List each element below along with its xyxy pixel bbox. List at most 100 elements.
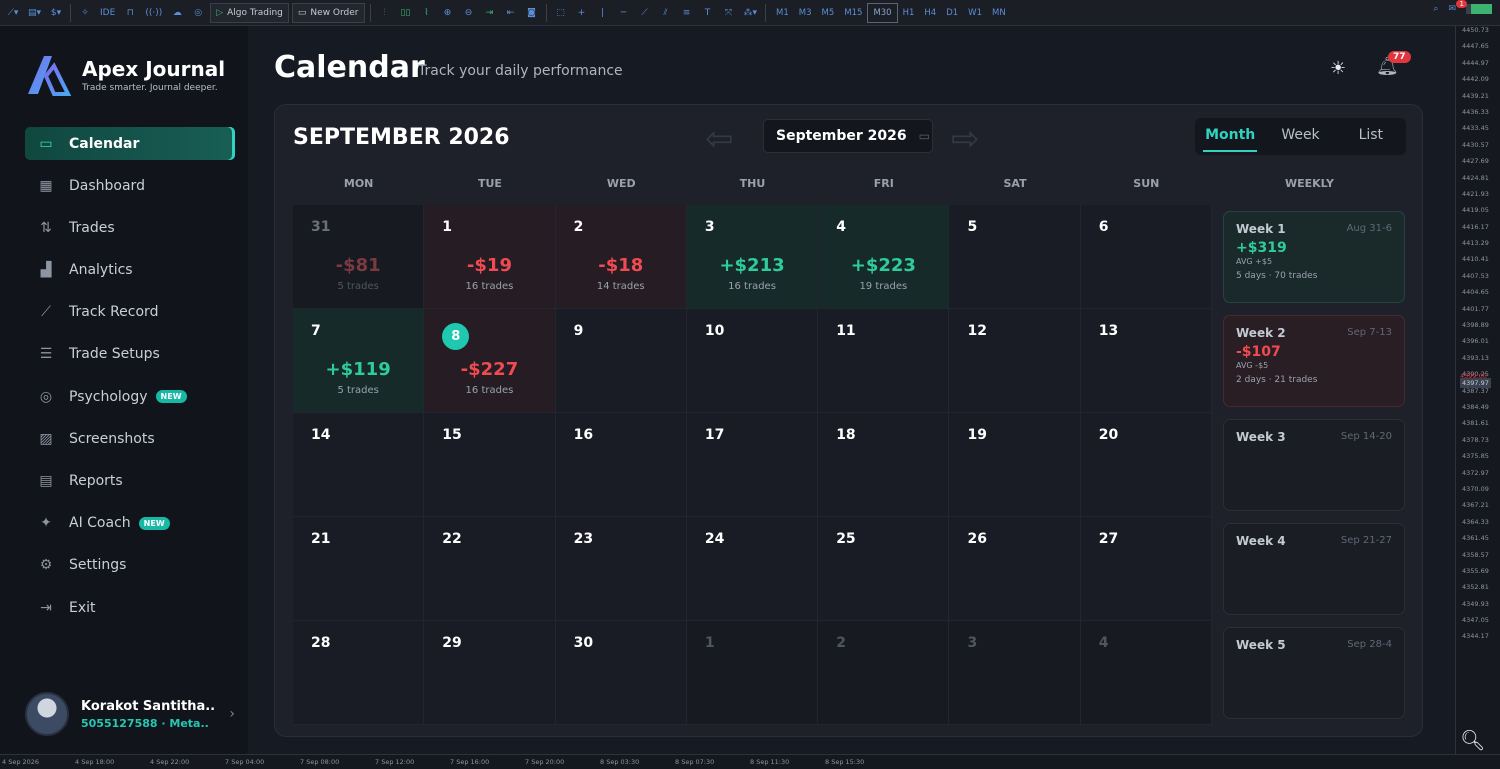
next-month-arrow-icon[interactable]: ⇨ <box>951 119 980 159</box>
sidebar-item-psychology[interactable]: ◎ Psychology NEW <box>25 380 235 413</box>
calendar-day[interactable]: 22 <box>424 517 556 621</box>
channel-icon[interactable]: ⫽ <box>657 3 675 23</box>
tab-month[interactable]: Month <box>1195 118 1265 155</box>
theme-toggle-icon[interactable]: ☀ <box>1330 58 1346 79</box>
screenshot-icon[interactable]: ◙ <box>523 3 541 23</box>
week-summary-card[interactable]: Week 3 Sep 14-20 <box>1223 419 1405 511</box>
sidebar-item-screenshots[interactable]: ▨ Screenshots <box>25 422 235 455</box>
cursor-icon[interactable]: ⬚ <box>552 3 570 23</box>
sidebar-item-trade-setups[interactable]: ☰ Trade Setups <box>25 338 235 371</box>
algo-trading-button[interactable]: ▷ Algo Trading <box>210 2 289 23</box>
week-summary-card[interactable]: Week 4 Sep 21-27 <box>1223 523 1405 615</box>
calendar-day[interactable]: 31 -$81 5 trades <box>293 205 425 309</box>
timeframe-h4[interactable]: H4 <box>919 3 941 23</box>
calendar-day[interactable]: 11 <box>818 309 950 413</box>
sidebar-item-track-record[interactable]: ⟋ Track Record <box>25 296 235 329</box>
calendar-day[interactable]: 16 <box>555 413 687 517</box>
strategy-icon[interactable]: ✧ <box>76 3 94 23</box>
calendar-day[interactable]: 3 +$213 16 trades <box>686 205 819 309</box>
calendar-day[interactable]: 15 <box>424 413 556 517</box>
ide-button[interactable]: IDE <box>97 3 118 23</box>
user-profile[interactable]: Korakot Santitha.. 5055127588 · Meta.. › <box>25 692 235 736</box>
arrows-icon[interactable]: ⤧ <box>720 3 738 23</box>
calendar-day[interactable]: 18 <box>818 413 950 517</box>
calendar-day[interactable]: 24 <box>686 517 819 621</box>
timeframe-h1[interactable]: H1 <box>898 3 920 23</box>
text-icon[interactable]: T <box>699 3 717 23</box>
calendar-day[interactable]: 7 +$119 5 trades <box>293 309 425 413</box>
calendar-day[interactable]: 30 <box>555 621 687 725</box>
sidebar-item-trades[interactable]: ⇅ Trades <box>25 211 235 244</box>
trendline-icon[interactable]: ⟋ <box>636 3 654 23</box>
market-icon[interactable]: $▾ <box>47 3 65 23</box>
sidebar-item-dashboard[interactable]: ▦ Dashboard <box>25 169 235 202</box>
new-order-button[interactable]: ▭ New Order <box>291 2 365 23</box>
week-summary-card[interactable]: Week 5 Sep 28-4 <box>1223 627 1405 719</box>
shapes-icon[interactable]: ⁂▾ <box>741 3 761 23</box>
timeframe-m5[interactable]: M5 <box>817 3 840 23</box>
chart-shift-icon[interactable]: ⇤ <box>502 3 520 23</box>
fibonacci-icon[interactable]: ≡ <box>678 3 696 23</box>
globe-icon[interactable]: ◎ <box>189 3 207 23</box>
sidebar-item-ai-coach[interactable]: ✦ AI Coach NEW <box>25 507 235 540</box>
tab-list[interactable]: List <box>1336 118 1406 155</box>
sidebar-item-reports[interactable]: ▤ Reports <box>25 465 235 498</box>
timeframe-w1[interactable]: W1 <box>963 3 987 23</box>
timeframe-m3[interactable]: M3 <box>794 3 817 23</box>
sidebar-item-settings[interactable]: ⚙ Settings <box>25 549 235 582</box>
week-summary-card[interactable]: Week 1 Aug 31-6 +$319 AVG +$5 5 days · 70 tr… <box>1223 211 1405 303</box>
candles-icon[interactable]: ▯▯ <box>397 3 415 23</box>
calendar-day[interactable]: 17 <box>686 413 819 517</box>
calendar-day[interactable]: 2 <box>818 621 950 725</box>
cloud-icon[interactable]: ☁ <box>168 3 186 23</box>
calendar-day[interactable]: 12 <box>949 309 1081 413</box>
timeframe-m1[interactable]: M1 <box>771 3 794 23</box>
calendar-day[interactable]: 4 <box>1080 621 1213 725</box>
calendar-day[interactable]: 1 <box>686 621 819 725</box>
sidebar-item-calendar[interactable]: ▭ Calendar <box>25 127 235 160</box>
magnifier-icon[interactable]: 🔍︎ <box>1460 728 1485 752</box>
calendar-day[interactable]: 9 <box>555 309 687 413</box>
zoom-in-icon[interactable]: ⊕ <box>439 3 457 23</box>
search-icon[interactable]: ⌕ <box>1433 4 1438 14</box>
calendar-day[interactable]: 1 -$19 16 trades <box>424 205 556 309</box>
sidebar-item-exit[interactable]: ⇥ Exit <box>25 591 235 624</box>
timeframe-mn[interactable]: MN <box>987 3 1011 23</box>
calendar-day[interactable]: 21 <box>293 517 425 621</box>
tab-week[interactable]: Week <box>1265 118 1335 155</box>
week-summary-card[interactable]: Week 2 Sep 7-13 -$107 AVG -$5 2 days · 21 tr… <box>1223 315 1405 407</box>
templates-icon[interactable]: ▤▾ <box>25 3 44 23</box>
lock-icon[interactable]: ⊓ <box>121 3 139 23</box>
timeframe-m15[interactable]: M15 <box>839 3 867 23</box>
calendar-day[interactable]: 13 <box>1080 309 1213 413</box>
crosshair-icon[interactable]: + <box>573 3 591 23</box>
autoscroll-icon[interactable]: ⇥ <box>481 3 499 23</box>
chart-type-icon[interactable]: ⟋▾ <box>4 3 22 23</box>
horizontal-line-icon[interactable]: ─ <box>615 3 633 23</box>
calendar-day[interactable]: 26 <box>949 517 1081 621</box>
calendar-day[interactable]: 27 <box>1080 517 1213 621</box>
timeframe-d1[interactable]: D1 <box>941 3 963 23</box>
signal-icon[interactable]: ((·)) <box>142 3 165 23</box>
bar-chart-type-icon[interactable]: ⫶ <box>376 3 394 23</box>
calendar-day[interactable]: 3 <box>949 621 1081 725</box>
timeframe-m30[interactable]: M30 <box>867 2 898 23</box>
calendar-day[interactable]: 8 -$227 16 trades <box>424 309 556 413</box>
zoom-out-icon[interactable]: ⊖ <box>460 3 478 23</box>
calendar-day[interactable]: 5 <box>949 205 1081 309</box>
calendar-day[interactable]: 4 +$223 19 trades <box>818 205 950 309</box>
calendar-day[interactable]: 2 -$18 14 trades <box>555 205 687 309</box>
prev-month-arrow-icon[interactable]: ⇦ <box>705 119 734 159</box>
calendar-day[interactable]: 28 <box>293 621 425 725</box>
sidebar-item-analytics[interactable]: ▟ Analytics <box>25 254 235 287</box>
line-chart-type-icon[interactable]: ⌇ <box>418 3 436 23</box>
notification-icon[interactable]: ✉ 1 <box>1448 0 1467 14</box>
calendar-day[interactable]: 23 <box>555 517 687 621</box>
calendar-day[interactable]: 19 <box>949 413 1081 517</box>
calendar-day[interactable]: 10 <box>686 309 819 413</box>
calendar-day[interactable]: 6 <box>1080 205 1213 309</box>
calendar-day[interactable]: 25 <box>818 517 950 621</box>
month-picker[interactable]: September 2026 ▭ <box>763 119 933 153</box>
vertical-line-icon[interactable]: | <box>594 3 612 23</box>
calendar-day[interactable]: 14 <box>293 413 425 517</box>
